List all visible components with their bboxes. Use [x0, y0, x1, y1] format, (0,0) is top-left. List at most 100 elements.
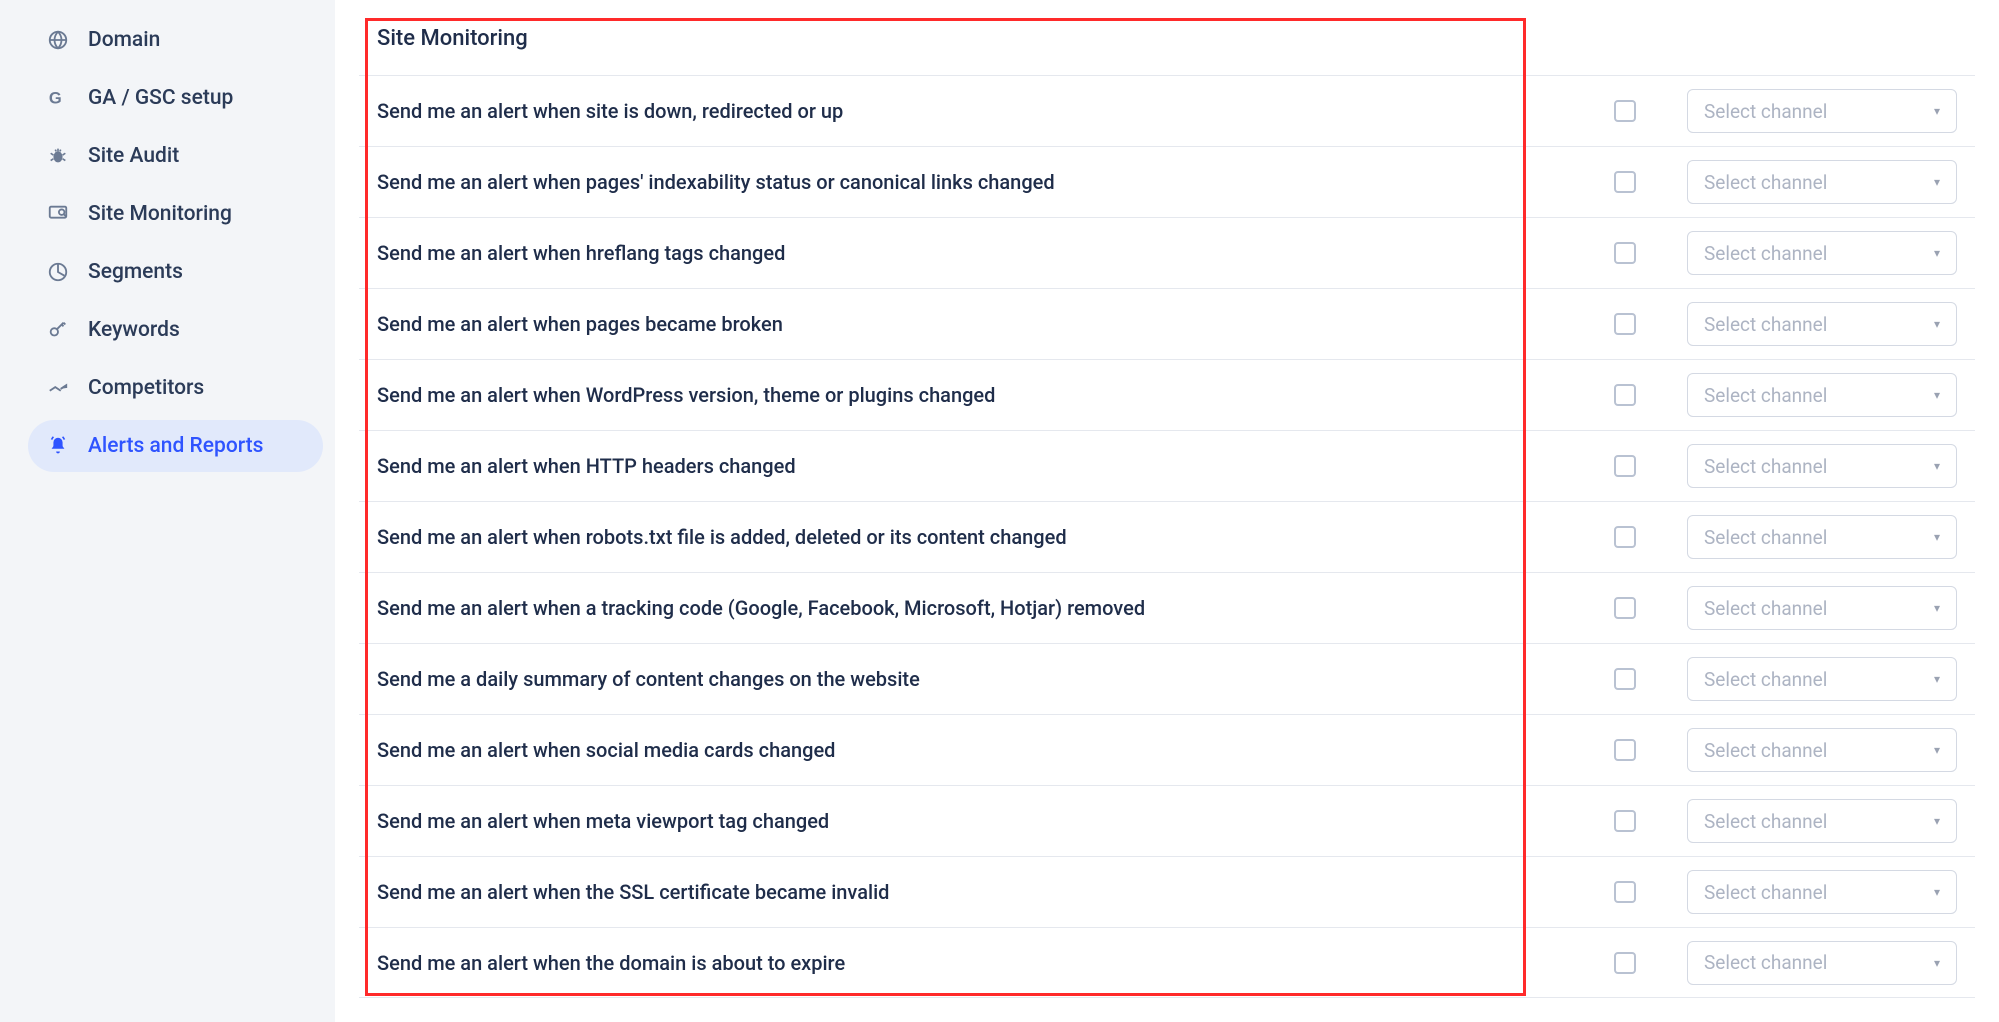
alert-checkbox-cell [1579, 100, 1671, 122]
monitor-icon [46, 202, 70, 226]
alert-checkbox[interactable] [1614, 952, 1636, 974]
alert-select-cell: Select channel▾ [1671, 657, 1957, 701]
alert-select-cell: Select channel▾ [1671, 160, 1957, 204]
alert-checkbox[interactable] [1614, 313, 1636, 335]
select-channel-placeholder: Select channel [1704, 668, 1827, 691]
alert-checkbox-cell [1579, 384, 1671, 406]
chevron-down-icon: ▾ [1934, 104, 1940, 118]
alert-label: Send me an alert when social media cards… [377, 738, 1579, 762]
alert-label: Send me an alert when pages' indexabilit… [377, 170, 1579, 194]
chevron-down-icon: ▾ [1934, 388, 1940, 402]
alert-row: Send me an alert when meta viewport tag … [359, 785, 1975, 856]
alert-row: Send me an alert when social media cards… [359, 714, 1975, 785]
select-channel-placeholder: Select channel [1704, 810, 1827, 833]
alert-checkbox-cell [1579, 526, 1671, 548]
select-channel-dropdown[interactable]: Select channel▾ [1687, 941, 1957, 985]
alert-checkbox[interactable] [1614, 384, 1636, 406]
alert-select-cell: Select channel ▾ [1671, 728, 1957, 772]
chevron-down-icon: ▾ [1934, 601, 1940, 615]
select-channel-dropdown[interactable]: Select channel▾ [1687, 89, 1957, 133]
alert-checkbox-cell [1579, 597, 1671, 619]
sidebar-item-label: Competitors [88, 376, 204, 400]
sidebar: Domain G GA / GSC setup Site Audit Site Moni… [0, 0, 335, 1022]
alert-row: Send me an alert when the SSL certificat… [359, 856, 1975, 927]
select-channel-dropdown[interactable]: Select channel▾ [1687, 231, 1957, 275]
alert-select-cell: Select channel▾ [1671, 89, 1957, 133]
chevron-down-icon: ▾ [1934, 317, 1940, 331]
select-channel-dropdown[interactable]: Select channel ▾ [1687, 870, 1957, 914]
sidebar-item-segments[interactable]: Segments [28, 246, 323, 298]
globe-icon [46, 28, 70, 52]
select-channel-dropdown[interactable]: Select channel▾ [1687, 160, 1957, 204]
select-channel-dropdown[interactable]: Select channel ▾ [1687, 373, 1957, 417]
alert-row: Send me a daily summary of content chang… [359, 643, 1975, 714]
alert-checkbox[interactable] [1614, 810, 1636, 832]
select-channel-placeholder: Select channel [1704, 739, 1827, 762]
alert-label: Send me an alert when hreflang tags chan… [377, 241, 1579, 265]
select-channel-dropdown[interactable]: Select channel▾ [1687, 586, 1957, 630]
alert-checkbox-cell [1579, 952, 1671, 974]
alert-checkbox[interactable] [1614, 242, 1636, 264]
sidebar-item-keywords[interactable]: Keywords [28, 304, 323, 356]
alert-checkbox[interactable] [1614, 668, 1636, 690]
alert-row: Send me an alert when site is down, redi… [359, 75, 1975, 146]
alert-select-cell: Select channel ▾ [1671, 870, 1957, 914]
alert-row: Send me an alert when a tracking code (G… [359, 572, 1975, 643]
alert-label: Send me an alert when WordPress version,… [377, 383, 1579, 407]
alert-checkbox-cell [1579, 242, 1671, 264]
chevron-down-icon: ▾ [1934, 956, 1940, 970]
select-channel-dropdown[interactable]: Select channel ▾ [1687, 728, 1957, 772]
alert-checkbox-cell [1579, 313, 1671, 335]
alert-select-cell: Select channel▾ [1671, 586, 1957, 630]
alert-select-cell: Select channel▾ [1671, 444, 1957, 488]
sidebar-item-site-monitoring[interactable]: Site Monitoring [28, 188, 323, 240]
sidebar-item-site-audit[interactable]: Site Audit [28, 130, 323, 182]
alert-checkbox[interactable] [1614, 455, 1636, 477]
alert-checkbox[interactable] [1614, 171, 1636, 193]
select-channel-placeholder: Select channel [1704, 526, 1827, 549]
select-channel-placeholder: Select channel [1704, 881, 1827, 904]
alert-row: Send me an alert when robots.txt file is… [359, 501, 1975, 572]
sidebar-item-label: Alerts and Reports [88, 434, 263, 458]
bug-icon [46, 144, 70, 168]
sidebar-item-domain[interactable]: Domain [28, 14, 323, 66]
sidebar-item-label: Domain [88, 28, 160, 52]
alert-select-cell: Select channel▾ [1671, 231, 1957, 275]
alert-checkbox[interactable] [1614, 881, 1636, 903]
alert-checkbox[interactable] [1614, 526, 1636, 548]
alert-label: Send me an alert when the SSL certificat… [377, 880, 1579, 904]
chevron-down-icon: ▾ [1934, 175, 1940, 189]
select-channel-dropdown[interactable]: Select channel▾ [1687, 444, 1957, 488]
sidebar-item-ga-gsc[interactable]: G GA / GSC setup [28, 72, 323, 124]
alert-row: Send me an alert when hreflang tags chan… [359, 217, 1975, 288]
select-channel-placeholder: Select channel [1704, 242, 1827, 265]
select-channel-dropdown[interactable]: Select channel▾ [1687, 302, 1957, 346]
main-content: Site Monitoring Send me an alert when si… [335, 0, 1999, 1022]
competitors-icon [46, 376, 70, 400]
alert-checkbox-cell [1579, 668, 1671, 690]
sidebar-item-label: GA / GSC setup [88, 86, 233, 110]
select-channel-dropdown[interactable]: Select channel▾ [1687, 657, 1957, 701]
alert-checkbox[interactable] [1614, 100, 1636, 122]
alert-select-cell: Select channel▾ [1671, 941, 1957, 985]
bell-icon [46, 434, 70, 458]
alert-select-cell: Select channel▾ [1671, 515, 1957, 559]
alert-checkbox[interactable] [1614, 739, 1636, 761]
chevron-down-icon: ▾ [1934, 814, 1940, 828]
chevron-down-icon: ▾ [1934, 885, 1940, 899]
sidebar-item-label: Site Monitoring [88, 202, 232, 226]
alert-select-cell: Select channel ▾ [1671, 373, 1957, 417]
alert-list: Send me an alert when site is down, redi… [359, 75, 1975, 998]
sidebar-item-alerts-reports[interactable]: Alerts and Reports [28, 420, 323, 472]
select-channel-dropdown[interactable]: Select channel▾ [1687, 515, 1957, 559]
alert-checkbox[interactable] [1614, 597, 1636, 619]
select-channel-placeholder: Select channel [1704, 455, 1827, 478]
svg-text:G: G [49, 90, 62, 108]
alert-checkbox-cell [1579, 739, 1671, 761]
sidebar-item-competitors[interactable]: Competitors [28, 362, 323, 414]
select-channel-dropdown[interactable]: Select channel ▾ [1687, 799, 1957, 843]
select-channel-placeholder: Select channel [1704, 384, 1827, 407]
alert-label: Send me an alert when robots.txt file is… [377, 525, 1579, 549]
alert-label: Send me an alert when HTTP headers chang… [377, 454, 1579, 478]
chevron-down-icon: ▾ [1934, 743, 1940, 757]
